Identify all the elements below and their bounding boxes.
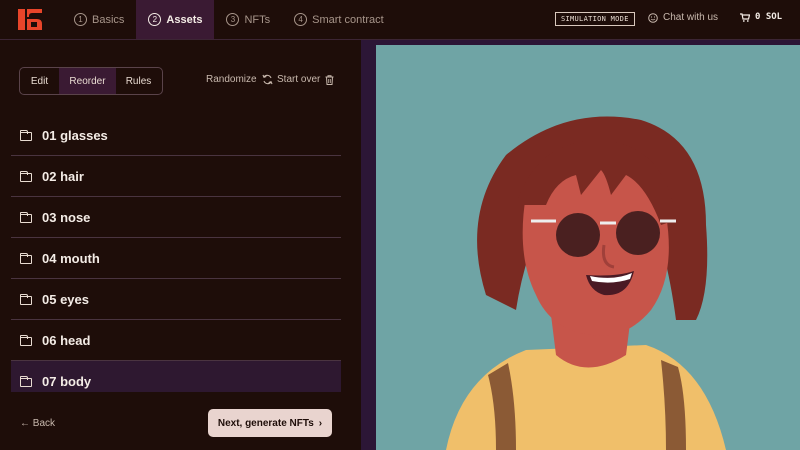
back-label: Back: [32, 418, 56, 429]
layer-row[interactable]: 04 mouth: [11, 238, 341, 279]
start-over-label: Start over: [277, 74, 321, 85]
layer-label: 05 eyes: [42, 291, 89, 307]
step-label: NFTs: [244, 13, 271, 26]
layer-row[interactable]: 02 hair: [11, 156, 341, 197]
refresh-icon: [262, 74, 273, 85]
mode-tabs: Edit Reorder Rules: [19, 67, 163, 95]
tab-edit[interactable]: Edit: [20, 68, 59, 94]
layer-row[interactable]: 06 head: [11, 320, 341, 361]
step-number: 1: [74, 13, 87, 26]
step-label: Basics: [92, 13, 125, 26]
character-illustration: [446, 116, 726, 450]
next-label: Next, generate NFTs: [217, 417, 314, 429]
brand-logo-icon[interactable]: [18, 9, 42, 30]
randomize-label: Randomize: [206, 74, 257, 85]
folder-icon: [20, 375, 33, 387]
step-assets[interactable]: 2 Assets: [136, 0, 215, 39]
layer-list: 01 glasses 02 hair 03 nose 04 mouth 05 e…: [11, 115, 341, 402]
step-label: Smart contract: [312, 13, 384, 26]
chat-button[interactable]: Chat with us: [648, 12, 718, 23]
step-basics[interactable]: 1 Basics: [62, 0, 136, 39]
layer-label: 02 hair: [42, 168, 84, 184]
layers-panel: Edit Reorder Rules Randomize Start over …: [0, 40, 361, 450]
step-smart-contract[interactable]: 4 Smart contract: [282, 0, 396, 39]
step-number: 2: [148, 13, 162, 26]
folder-icon: [20, 293, 33, 305]
nft-preview-canvas: [376, 45, 800, 450]
step-nfts[interactable]: 3 NFTs: [214, 0, 282, 39]
trash-icon: [325, 74, 334, 85]
back-arrow-icon: ←: [20, 418, 30, 429]
cart-button[interactable]: 0 SOL: [740, 12, 782, 22]
top-bar: 1 Basics 2 Assets 3 NFTs 4 Smart contrac…: [0, 0, 800, 40]
randomize-button[interactable]: Randomize: [206, 74, 273, 85]
simulation-mode-badge: SIMULATION MODE: [555, 12, 635, 26]
footer-bar: ← Back Next, generate NFTs ›: [0, 392, 361, 450]
folder-icon: [20, 170, 33, 182]
layer-label: 03 nose: [42, 209, 91, 225]
back-button[interactable]: ← Back: [20, 418, 55, 429]
folder-icon: [20, 252, 33, 264]
chat-label: Chat with us: [663, 12, 719, 23]
step-nav: 1 Basics 2 Assets 3 NFTs 4 Smart contrac…: [62, 0, 396, 39]
layer-label: 04 mouth: [42, 250, 100, 266]
layer-label: 07 body: [42, 373, 92, 389]
layer-label: 06 head: [42, 332, 91, 348]
layer-label: 01 glasses: [42, 127, 108, 143]
step-number: 4: [294, 13, 308, 26]
layer-row[interactable]: 05 eyes: [11, 279, 341, 320]
step-number: 3: [226, 13, 240, 26]
layer-row[interactable]: 01 glasses: [11, 115, 341, 156]
next-generate-nfts-button[interactable]: Next, generate NFTs ›: [208, 409, 332, 437]
chevron-right-icon: ›: [318, 417, 323, 429]
folder-icon: [20, 129, 33, 141]
folder-icon: [20, 334, 33, 346]
tab-reorder[interactable]: Reorder: [59, 68, 116, 94]
step-label: Assets: [166, 13, 203, 26]
cart-balance: 0 SOL: [755, 12, 783, 22]
smiley-icon: [648, 12, 658, 23]
folder-icon: [20, 211, 33, 223]
preview-panel: [361, 40, 800, 450]
start-over-button[interactable]: Start over: [277, 74, 334, 85]
layer-row[interactable]: 03 nose: [11, 197, 341, 238]
tab-rules[interactable]: Rules: [116, 68, 161, 94]
cart-icon: [740, 12, 750, 22]
